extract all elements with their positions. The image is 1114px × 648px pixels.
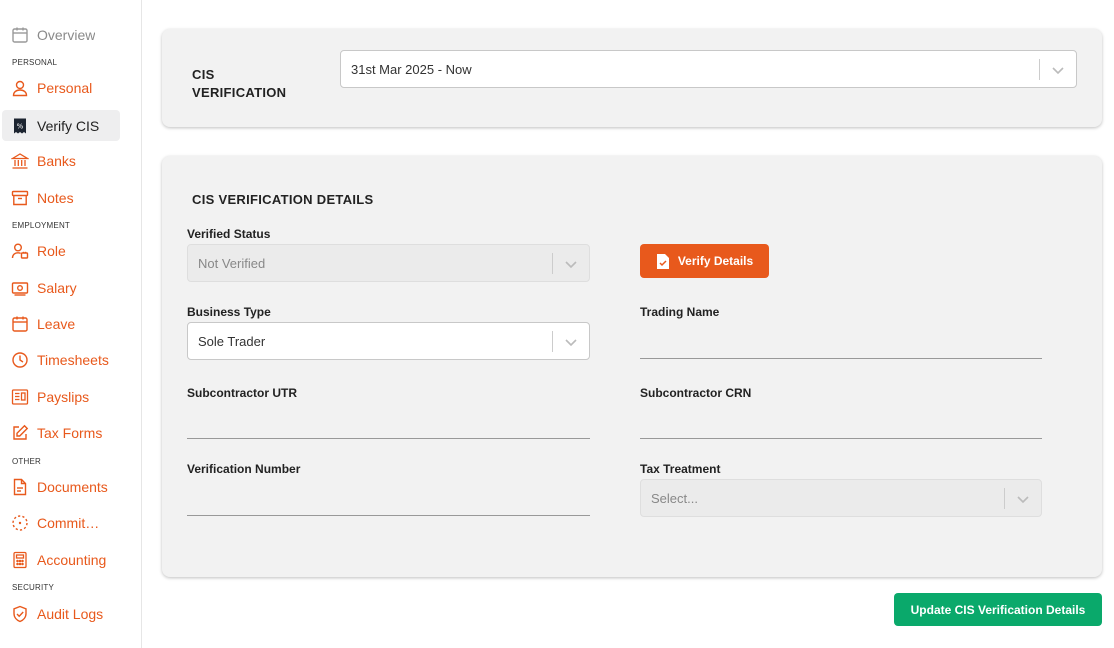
sidebar-item-label: Salary — [37, 279, 77, 296]
tax-treatment-placeholder: Select... — [651, 490, 698, 506]
utr-label: Subcontractor UTR — [187, 386, 298, 400]
sidebar-item-label: Role — [37, 242, 66, 259]
sidebar-item-label: Tax Forms — [37, 424, 103, 441]
verify-details-button[interactable]: Verify Details — [640, 244, 769, 278]
sidebar-item-salary[interactable]: Salary — [2, 272, 120, 303]
cis-verification-card: CIS VERIFICATION 31st Mar 2025 - Now — [162, 29, 1102, 127]
bank-icon — [11, 152, 29, 170]
sidebar-item-overview[interactable]: Overview — [2, 19, 120, 50]
period-select-value: 31st Mar 2025 - Now — [351, 61, 472, 77]
tax-treatment-label: Tax Treatment — [640, 462, 721, 476]
sidebar-item-label: Audit Logs — [37, 605, 104, 622]
sidebar-item-personal[interactable]: Personal — [2, 72, 120, 103]
sidebar: Overview PERSONAL Personal % Verify CIS … — [0, 0, 142, 648]
business-type-select[interactable]: Sole Trader — [187, 322, 590, 360]
select-separator — [1039, 59, 1040, 80]
chevron-down-icon — [565, 261, 577, 269]
select-separator — [552, 331, 553, 352]
sidebar-item-leave[interactable]: Leave — [2, 308, 120, 339]
chevron-down-icon — [1052, 67, 1064, 75]
sidebar-item-banks[interactable]: Banks — [2, 145, 120, 176]
verification-number-label: Verification Number — [187, 462, 301, 476]
sidebar-item-accounting[interactable]: Accounting — [2, 544, 120, 575]
verification-number-input[interactable] — [187, 488, 590, 516]
sidebar-item-label: Banks — [37, 152, 76, 169]
shield-check-icon — [11, 605, 29, 623]
select-separator — [1004, 488, 1005, 509]
sidebar-item-label: Timesheets — [37, 351, 109, 368]
sidebar-item-label: Personal — [37, 79, 93, 96]
calendar-icon — [11, 26, 29, 44]
clock-icon — [11, 351, 29, 369]
calculator-icon — [11, 551, 29, 569]
sidebar-item-payslips[interactable]: Payslips — [2, 381, 120, 412]
business-type-label: Business Type — [187, 305, 271, 319]
sidebar-item-audit-logs[interactable]: Audit Logs — [2, 598, 120, 629]
trading-name-input[interactable] — [640, 331, 1042, 359]
sidebar-item-timesheets[interactable]: Timesheets — [2, 344, 120, 375]
period-select[interactable]: 31st Mar 2025 - Now — [340, 50, 1077, 88]
chevron-down-icon — [565, 339, 577, 347]
sidebar-item-label: Commit… — [37, 514, 100, 531]
sidebar-item-verify-cis[interactable]: % Verify CIS — [2, 110, 120, 141]
payslip-icon — [11, 388, 29, 406]
svg-text:%: % — [17, 122, 24, 130]
cis-details-card: CIS VERIFICATION DETAILS Verified Status… — [162, 156, 1102, 577]
sidebar-item-label: Accounting — [37, 551, 107, 568]
verified-status-select[interactable]: Not Verified — [187, 244, 590, 282]
banknote-icon — [11, 279, 29, 297]
section-header-other: OTHER — [12, 457, 41, 466]
sidebar-item-notes[interactable]: Notes — [2, 182, 120, 213]
trading-name-label: Trading Name — [640, 305, 720, 319]
sidebar-item-label: Overview — [37, 26, 96, 43]
business-type-value: Sole Trader — [198, 333, 266, 349]
select-separator — [552, 253, 553, 274]
section-header-security: SECURITY — [12, 583, 55, 592]
sidebar-item-label: Notes — [37, 189, 74, 206]
verified-status-label: Verified Status — [187, 227, 271, 241]
crn-label: Subcontractor CRN — [640, 386, 752, 400]
archive-icon — [11, 189, 29, 207]
chevron-down-icon — [1017, 496, 1029, 504]
utr-input[interactable] — [187, 411, 590, 439]
edit-icon — [11, 424, 29, 442]
sidebar-item-label: Verify CIS — [37, 117, 100, 134]
details-title: CIS VERIFICATION DETAILS — [192, 192, 374, 207]
document-check-icon — [656, 253, 669, 269]
person-icon — [11, 79, 29, 97]
section-header-employment: EMPLOYMENT — [12, 221, 71, 230]
cis-verification-title: CIS VERIFICATION — [192, 67, 287, 100]
crn-input[interactable] — [640, 411, 1042, 439]
sidebar-item-label: Documents — [37, 478, 108, 495]
calendar-icon — [11, 315, 29, 333]
tax-treatment-select[interactable]: Select... — [640, 479, 1042, 517]
document-icon — [11, 478, 29, 496]
update-cis-verification-button[interactable]: Update CIS Verification Details — [894, 593, 1102, 626]
user-role-icon — [11, 242, 29, 260]
verified-status-value: Not Verified — [198, 255, 266, 271]
sidebar-item-tax-forms[interactable]: Tax Forms — [2, 417, 120, 448]
sidebar-item-commitments[interactable]: Commit… — [2, 507, 120, 538]
receipt-icon: % — [11, 117, 29, 135]
section-header-personal: PERSONAL — [12, 58, 58, 67]
sidebar-item-label: Payslips — [37, 388, 90, 405]
commitment-icon — [11, 514, 29, 532]
sidebar-item-documents[interactable]: Documents — [2, 471, 120, 502]
sidebar-item-role[interactable]: Role — [2, 235, 120, 266]
sidebar-item-label: Leave — [37, 315, 76, 332]
verify-details-label: Verify Details — [677, 254, 754, 268]
